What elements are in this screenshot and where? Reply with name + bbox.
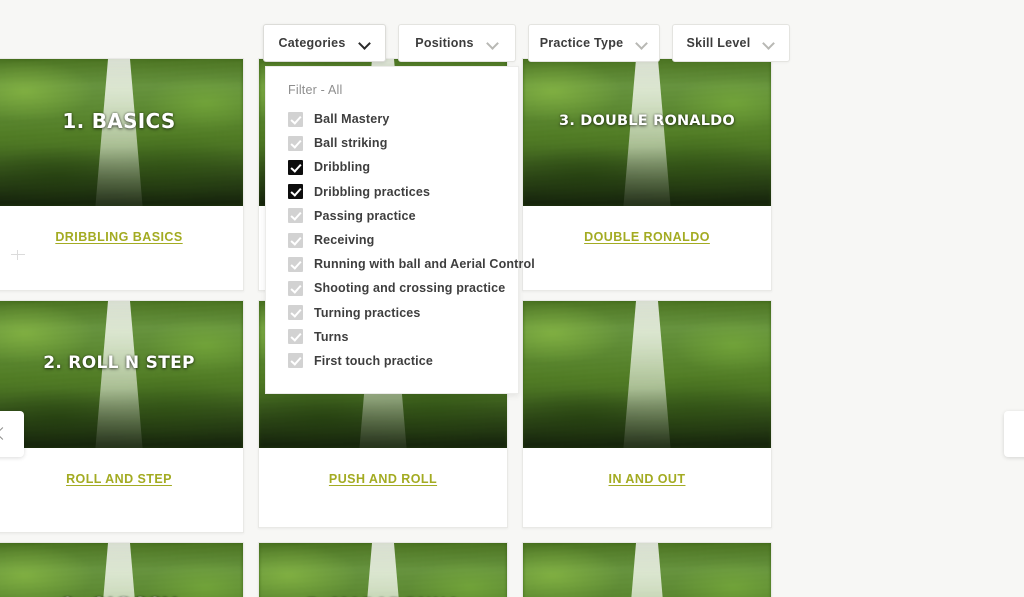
category-option-label: Passing practice bbox=[314, 208, 416, 223]
category-option-label: Running with ball and Aerial Control bbox=[314, 257, 535, 272]
chevron-down-icon bbox=[637, 38, 648, 49]
filter-button-positions[interactable]: Positions bbox=[398, 24, 516, 62]
category-option[interactable]: Ball Mastery bbox=[266, 107, 518, 131]
checkbox-unchecked-icon[interactable] bbox=[288, 256, 303, 272]
video-card[interactable]: 5. MARADONNAMARADONA bbox=[258, 542, 508, 597]
thumbnail-vignette bbox=[0, 301, 243, 448]
category-option-label: Ball striking bbox=[314, 136, 388, 151]
checkbox-checked-icon[interactable] bbox=[288, 159, 303, 175]
video-thumbnail[interactable] bbox=[523, 543, 771, 597]
thumbnail-title: 2. ROLL N STEP bbox=[43, 352, 195, 373]
filter-button-categories[interactable]: Categories bbox=[263, 24, 386, 62]
category-option-list: Ball Mastery Ball striking Dribbling Dribbl… bbox=[266, 107, 535, 373]
categories-dropdown-panel: Filter - All Ball Mastery Ball striking Dr… bbox=[265, 66, 535, 394]
category-option-label: First touch practice bbox=[314, 353, 433, 368]
category-option[interactable]: Turns bbox=[266, 325, 518, 349]
video-thumbnail[interactable]: 5. MARADONNA bbox=[259, 543, 507, 597]
category-option[interactable]: Dribbling practices bbox=[266, 180, 518, 204]
category-option-label: Ball Mastery bbox=[314, 112, 390, 127]
video-thumbnail[interactable]: 8. GIGGSY bbox=[0, 543, 243, 597]
category-option[interactable]: Turning practices bbox=[266, 301, 518, 325]
checkbox-unchecked-icon[interactable] bbox=[288, 329, 303, 345]
video-card-body: PUSH AND ROLL bbox=[259, 448, 507, 527]
checkbox-unchecked-icon[interactable] bbox=[288, 232, 303, 248]
video-card[interactable] bbox=[522, 542, 772, 597]
category-option[interactable]: Receiving bbox=[266, 228, 518, 252]
checkbox-unchecked-icon[interactable] bbox=[288, 208, 303, 224]
filter-button-label: Positions bbox=[415, 36, 474, 50]
thumbnail-vignette bbox=[523, 59, 771, 206]
category-option[interactable]: Running with ball and Aerial Control bbox=[266, 252, 535, 276]
checkbox-unchecked-icon[interactable] bbox=[288, 305, 303, 321]
video-title-link[interactable]: DOUBLE RONALDO bbox=[523, 230, 771, 244]
category-option-label: Dribbling practices bbox=[314, 184, 431, 199]
filter-button-skill-level[interactable]: Skill Level bbox=[672, 24, 790, 62]
thumbnail-vignette bbox=[0, 543, 243, 597]
checkbox-unchecked-icon[interactable] bbox=[288, 135, 303, 151]
filter-button-label: Practice Type bbox=[539, 36, 624, 50]
filter-bar: Categories Positions Practice Type Skill… bbox=[263, 24, 790, 62]
category-option-label: Turning practices bbox=[314, 305, 421, 320]
category-option-label: Shooting and crossing practice bbox=[314, 281, 506, 296]
checkbox-checked-icon[interactable] bbox=[288, 184, 303, 200]
video-title-link[interactable]: ROLL AND STEP bbox=[0, 472, 243, 486]
carousel-next-button[interactable] bbox=[1004, 411, 1024, 457]
video-card-body: DRIBBLING BASICS bbox=[0, 206, 243, 290]
category-option-label: Turns bbox=[314, 329, 349, 344]
video-thumbnail[interactable]: 1. BASICS bbox=[0, 59, 243, 206]
video-card[interactable]: 1. BASICS DRIBBLING BASICS bbox=[0, 58, 244, 291]
category-option[interactable]: First touch practice bbox=[266, 349, 518, 373]
video-thumbnail[interactable] bbox=[523, 301, 771, 448]
dropdown-filter-header: Filter - All bbox=[288, 83, 343, 97]
chevron-left-icon bbox=[0, 429, 7, 439]
chevron-down-icon bbox=[764, 38, 775, 49]
add-marker-icon[interactable] bbox=[11, 250, 25, 260]
thumbnail-vignette bbox=[523, 301, 771, 448]
chevron-down-icon bbox=[360, 38, 371, 49]
filter-button-practice-type[interactable]: Practice Type bbox=[528, 24, 660, 62]
checkbox-unchecked-icon[interactable] bbox=[288, 353, 303, 369]
filter-button-label: Categories bbox=[278, 36, 346, 50]
category-option[interactable]: Dribbling bbox=[266, 155, 518, 179]
category-option[interactable]: Ball striking bbox=[266, 131, 518, 155]
thumbnail-vignette bbox=[523, 543, 771, 597]
carousel-prev-button[interactable] bbox=[0, 411, 24, 457]
video-card[interactable]: 8. GIGGSYGIGGSY bbox=[0, 542, 244, 597]
checkbox-unchecked-icon[interactable] bbox=[288, 280, 303, 296]
category-option-label: Receiving bbox=[314, 233, 375, 248]
video-card[interactable]: 3. DOUBLE RONALDO DOUBLE RONALDO bbox=[522, 58, 772, 291]
category-option[interactable]: Shooting and crossing practice bbox=[266, 276, 518, 300]
video-card-body: IN AND OUT bbox=[523, 448, 771, 527]
thumbnail-title: 3. DOUBLE RONALDO bbox=[559, 112, 735, 129]
thumbnail-title: 1. BASICS bbox=[62, 108, 176, 133]
video-card-body: ROLL AND STEP bbox=[0, 448, 243, 532]
video-library-page: 1. BASICS DRIBBLING BASICS 3. DOUBLE RONAL… bbox=[0, 0, 1024, 597]
video-title-link[interactable]: IN AND OUT bbox=[523, 472, 771, 486]
video-thumbnail[interactable]: 3. DOUBLE RONALDO bbox=[523, 59, 771, 206]
filter-button-label: Skill Level bbox=[686, 36, 751, 50]
video-card[interactable]: IN AND OUT bbox=[522, 300, 772, 528]
video-card-body: DOUBLE RONALDO bbox=[523, 206, 771, 290]
video-thumbnail[interactable]: 2. ROLL N STEP bbox=[0, 301, 243, 448]
category-option-label: Dribbling bbox=[314, 160, 371, 175]
category-option[interactable]: Passing practice bbox=[266, 204, 518, 228]
checkbox-unchecked-icon[interactable] bbox=[288, 111, 303, 127]
chevron-down-icon bbox=[488, 38, 499, 49]
thumbnail-title: 8. GIGGSY bbox=[0, 593, 243, 597]
video-title-link[interactable]: PUSH AND ROLL bbox=[259, 472, 507, 486]
video-title-link[interactable]: DRIBBLING BASICS bbox=[0, 230, 243, 244]
video-card[interactable]: 2. ROLL N STEP ROLL AND STEP bbox=[0, 300, 244, 533]
thumbnail-vignette bbox=[259, 543, 507, 597]
